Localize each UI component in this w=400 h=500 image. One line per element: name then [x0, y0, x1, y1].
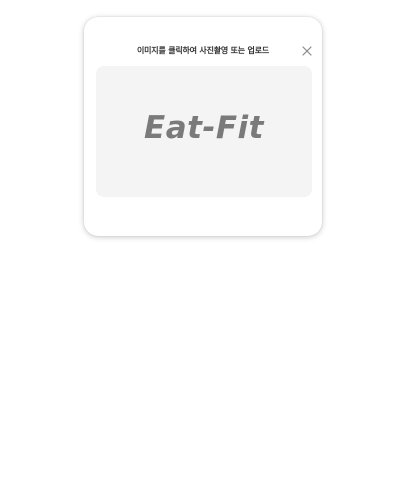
close-button[interactable]	[300, 44, 314, 58]
close-icon	[302, 46, 312, 56]
eat-fit-logo: Eat-Fit	[144, 110, 264, 146]
upload-modal: 이미지를 클릭하여 사진촬영 또는 업로드 Eat-Fit	[84, 17, 322, 236]
image-upload-area[interactable]: Eat-Fit	[96, 66, 312, 197]
modal-title: 이미지를 클릭하여 사진촬영 또는 업로드	[136, 46, 270, 55]
modal-header: 이미지를 클릭하여 사진촬영 또는 업로드	[84, 44, 322, 58]
page: 이미지를 클릭하여 사진촬영 또는 업로드 Eat-Fit	[0, 0, 400, 500]
